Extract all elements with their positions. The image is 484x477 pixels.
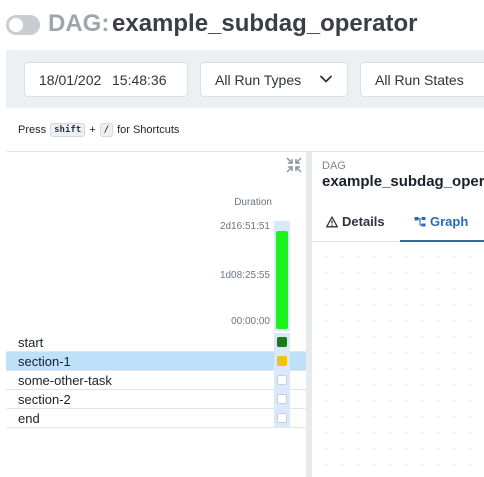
run-type-select[interactable]: All Run Types <box>200 62 348 97</box>
page-header: DAG: example_subdag_operator <box>0 0 484 50</box>
task-row[interactable]: section-1 <box>6 352 306 371</box>
toggle-knob <box>9 18 23 32</box>
task-instance-cell[interactable] <box>274 390 290 409</box>
shortcuts-suffix: for Shortcuts <box>117 124 180 136</box>
section-divider <box>6 151 484 152</box>
graph-icon <box>414 216 426 226</box>
run-state-select[interactable]: All Run States <box>360 62 484 97</box>
task-row[interactable]: end <box>6 409 306 428</box>
panel-title: example_subdag_operator <box>322 173 484 190</box>
date-value: 18/01/202 <box>39 71 102 88</box>
tab-details[interactable]: Details <box>326 214 385 229</box>
time-value: 15:48:36 <box>112 71 167 88</box>
task-instance-cell[interactable] <box>274 371 290 390</box>
task-status-square[interactable] <box>277 356 287 366</box>
run-state-value: All Run States <box>375 71 464 88</box>
run-duration-bar[interactable] <box>276 231 288 329</box>
panel-tabs: Details Graph <box>312 206 484 242</box>
task-label: end <box>18 411 40 426</box>
filter-bar: 18/01/202 15:48:36 All Run Types All Run… <box>6 50 484 108</box>
task-list: start section-1 some-other-task section-2 en… <box>6 333 306 428</box>
run-duration-column[interactable] <box>274 221 290 331</box>
task-label: some-other-task <box>18 373 112 388</box>
task-label: start <box>18 335 44 350</box>
tab-details-label: Details <box>342 214 385 229</box>
warning-icon <box>326 215 338 227</box>
chevron-down-icon <box>320 75 332 83</box>
task-status-square[interactable] <box>277 394 287 404</box>
run-type-value: All Run Types <box>215 71 302 88</box>
task-status-square[interactable] <box>277 375 287 385</box>
shortcuts-hint: Press shift + / for Shortcuts <box>18 123 179 137</box>
collapse-icon[interactable] <box>286 157 302 173</box>
task-label: section-1 <box>18 354 71 369</box>
panel-kicker: DAG <box>322 160 346 172</box>
duration-label: Duration <box>234 197 272 208</box>
task-row[interactable]: some-other-task <box>6 371 306 390</box>
tab-graph-label: Graph <box>430 214 469 229</box>
dag-prefix-label: DAG: <box>48 10 110 37</box>
shift-key: shift <box>50 123 86 137</box>
task-row[interactable]: start <box>6 333 306 352</box>
duration-tick-max: 2d16:51:51 <box>219 221 270 232</box>
task-label: section-2 <box>18 392 71 407</box>
graph-canvas[interactable] <box>312 243 484 477</box>
task-instance-cell[interactable] <box>274 352 290 371</box>
task-row[interactable]: section-2 <box>6 390 306 409</box>
tab-graph[interactable]: Graph <box>414 214 468 229</box>
task-instance-cell[interactable] <box>274 409 290 428</box>
duration-tick-mid: 1d08:25:55 <box>219 270 270 281</box>
active-tab-indicator <box>400 240 484 242</box>
shortcuts-press: Press <box>18 124 47 136</box>
task-status-square[interactable] <box>277 337 287 347</box>
duration-tick-min: 00:00:00 <box>231 316 270 327</box>
shortcuts-plus: + <box>89 124 96 136</box>
dag-title: example_subdag_operator <box>112 10 418 37</box>
task-instance-cell[interactable] <box>274 333 290 352</box>
execution-date-input[interactable]: 18/01/202 15:48:36 <box>24 62 188 97</box>
task-status-square[interactable] <box>277 413 287 423</box>
pause-toggle[interactable] <box>6 15 40 35</box>
slash-key: / <box>99 123 114 137</box>
